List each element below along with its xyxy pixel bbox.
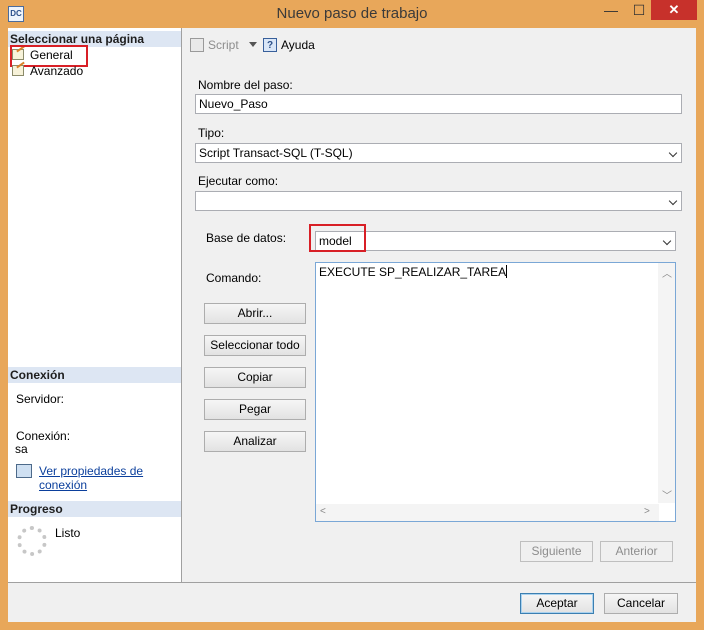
link-line-1[interactable]: Ver propiedades de <box>39 464 143 478</box>
chevron-down-icon <box>249 42 257 47</box>
step-name-input[interactable]: Nuevo_Paso <box>195 94 682 114</box>
dialog-window: DC Nuevo paso de trabajo — ☐ ✕ Seleccion… <box>0 0 704 630</box>
run-as-select[interactable] <box>195 191 682 211</box>
highlight-box-database <box>309 224 366 252</box>
close-button[interactable]: ✕ <box>651 0 697 20</box>
script-label: Script <box>208 38 239 52</box>
type-select-value: Script Transact-SQL (T-SQL) <box>199 146 353 160</box>
chevron-down-icon <box>668 196 678 206</box>
link-line-2[interactable]: conexión <box>39 478 87 492</box>
dialog-client-area: Seleccionar una página General Avanzado … <box>8 28 696 622</box>
window-title: Nuevo paso de trabajo <box>276 5 428 22</box>
open-button[interactable]: Abrir... <box>204 303 306 324</box>
ok-button[interactable]: Aceptar <box>520 593 594 614</box>
connection-header: Conexión <box>8 367 181 383</box>
chevron-down-icon <box>662 236 672 246</box>
connection-value: sa <box>15 442 28 456</box>
scroll-right-icon[interactable]: > <box>644 506 650 517</box>
previous-button[interactable]: Anterior <box>600 541 673 562</box>
view-connection-properties-link[interactable]: Ver propiedades de conexión <box>39 464 143 492</box>
command-text-line[interactable]: EXECUTE SP_REALIZAR_TAREA <box>319 265 508 279</box>
type-label: Tipo: <box>198 126 225 140</box>
maximize-button[interactable]: ☐ <box>628 0 650 20</box>
step-name-label: Nombre del paso: <box>198 78 293 92</box>
server-label: Servidor: <box>16 392 65 406</box>
database-label: Base de datos: <box>206 231 287 245</box>
chevron-down-icon <box>668 148 678 158</box>
help-label: Ayuda <box>281 38 315 52</box>
connection-properties-icon <box>16 464 32 478</box>
title-bar[interactable]: DC Nuevo paso de trabajo — ☐ ✕ <box>0 0 704 28</box>
scroll-down-icon[interactable]: ﹀ <box>662 487 672 502</box>
analyze-button[interactable]: Analizar <box>204 431 306 452</box>
paste-button[interactable]: Pegar <box>204 399 306 420</box>
run-as-label: Ejecutar como: <box>198 174 279 188</box>
select-all-button[interactable]: Seleccionar todo <box>204 335 306 356</box>
help-button[interactable]: Ayuda <box>263 37 315 54</box>
next-button[interactable]: Siguiente <box>520 541 593 562</box>
copy-button[interactable]: Copiar <box>204 367 306 388</box>
progress-spinner-icon <box>17 526 47 556</box>
page-item-avanzado[interactable]: Avanzado <box>12 64 83 79</box>
minimize-button[interactable]: — <box>600 0 622 20</box>
scroll-left-icon[interactable]: < <box>320 506 326 517</box>
progress-header: Progreso <box>8 501 181 517</box>
command-label: Comando: <box>206 271 262 285</box>
text-cursor <box>506 265 508 278</box>
help-icon <box>263 38 277 54</box>
script-icon <box>190 38 204 52</box>
script-dropdown-arrow[interactable] <box>249 37 257 53</box>
connection-label: Conexión: <box>16 429 71 443</box>
command-text: EXECUTE SP_REALIZAR_TAREA <box>319 265 507 279</box>
vertical-scrollbar[interactable]: ︿ ﹀ <box>658 263 675 503</box>
command-editor[interactable]: EXECUTE SP_REALIZAR_TAREA ︿ ﹀ < > <box>315 262 676 522</box>
type-select[interactable]: Script Transact-SQL (T-SQL) <box>195 143 682 163</box>
page-icon <box>12 65 24 76</box>
scroll-up-icon[interactable]: ︿ <box>662 265 672 280</box>
horizontal-scrollbar[interactable]: < > <box>316 504 659 521</box>
dialog-footer: Aceptar Cancelar <box>8 582 696 622</box>
page-item-label: Avanzado <box>30 64 84 78</box>
database-select[interactable]: model <box>315 231 676 251</box>
cancel-button[interactable]: Cancelar <box>604 593 678 614</box>
progress-status: Listo <box>55 526 81 540</box>
script-button[interactable]: Script <box>190 37 239 53</box>
left-panel: Seleccionar una página General Avanzado … <box>8 28 182 582</box>
toolbar: Script Ayuda <box>182 28 696 60</box>
